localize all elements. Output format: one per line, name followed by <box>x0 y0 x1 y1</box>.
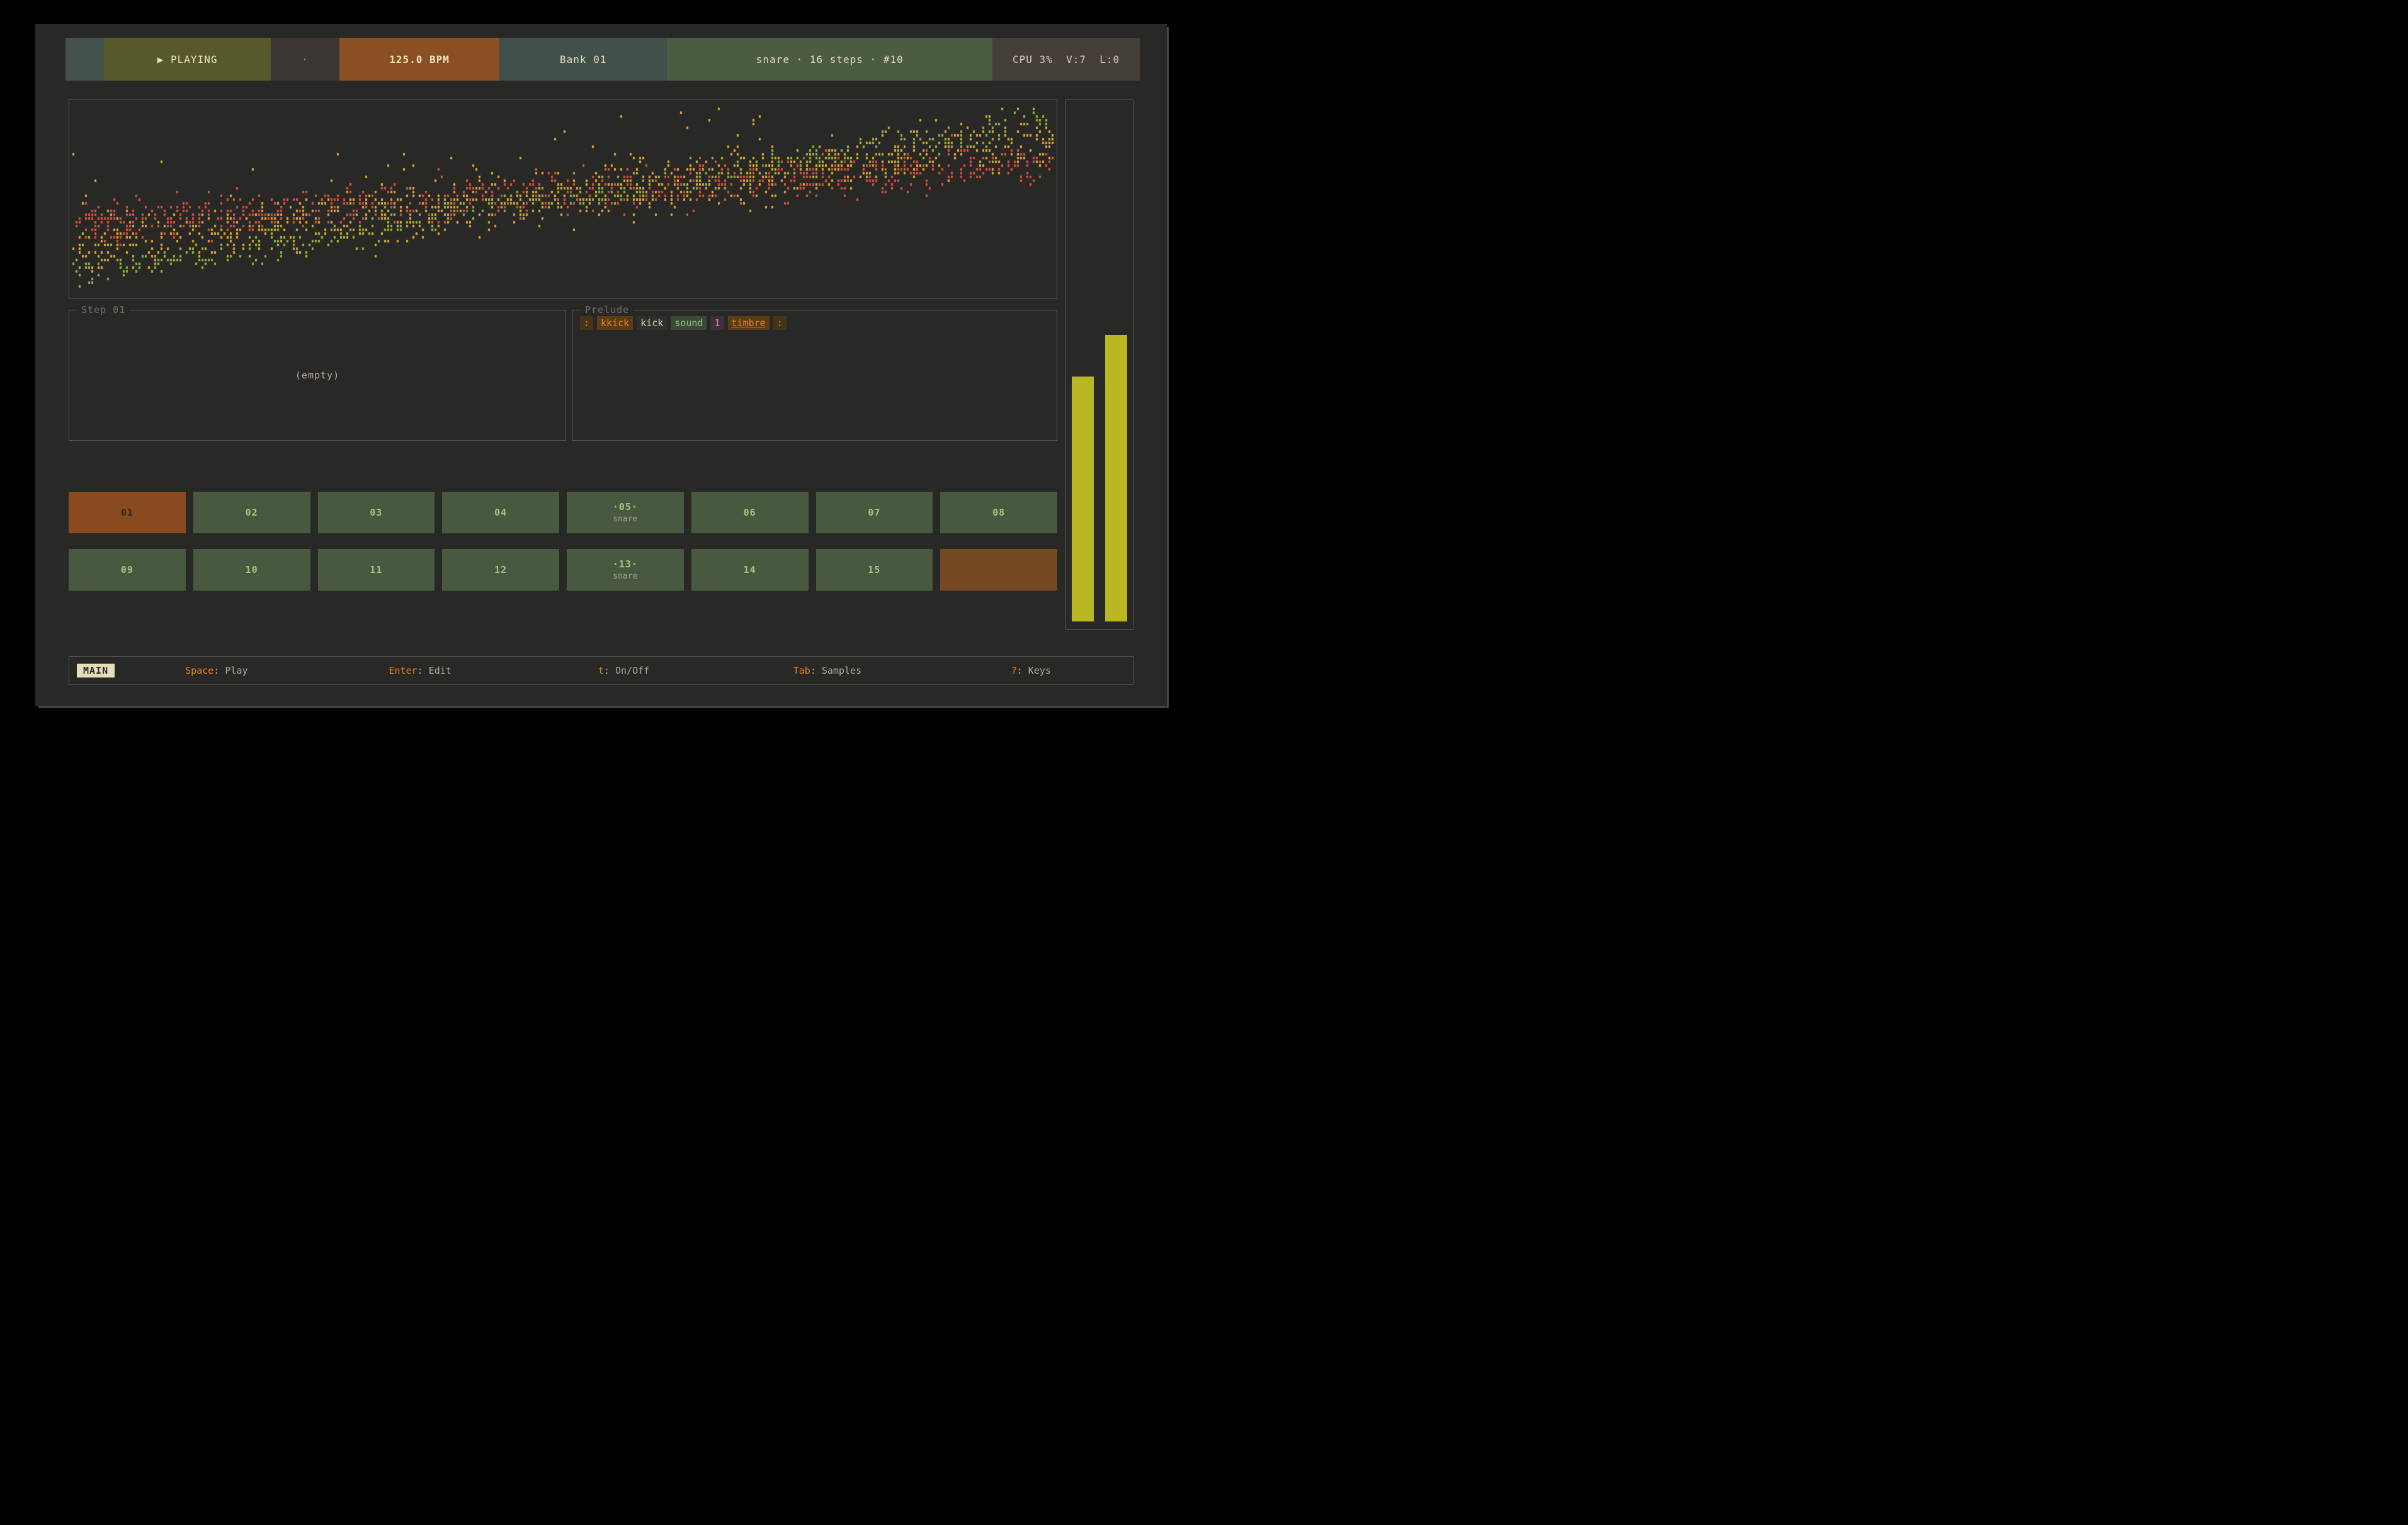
prelude-token-3[interactable]: sound <box>671 316 707 330</box>
shortcut-key: ? <box>1011 665 1017 676</box>
step-button-sample-name: snare <box>613 572 637 581</box>
shortcut-action: : Edit <box>417 665 451 676</box>
level-meter-right <box>1105 335 1127 621</box>
step-button-09[interactable]: 09 <box>69 549 186 591</box>
screen: { "window": { "bg": "#282826", "outer_bg… <box>0 0 1204 762</box>
step-button-16[interactable] <box>940 549 1057 591</box>
step-button-label: 06 <box>744 507 756 518</box>
step-button-label: 03 <box>370 507 382 518</box>
shortcut-keys: ?: Keys <box>929 665 1133 676</box>
step-button-03[interactable]: 03 <box>318 492 435 533</box>
topbar-segment-pattern: snare · 16 steps · #10 <box>667 38 992 81</box>
shortcut-action: : On/Off <box>604 665 649 676</box>
step-button-07[interactable]: 07 <box>816 492 933 533</box>
prelude-panel-title: Prelude <box>581 304 633 315</box>
shortcut-key: Enter <box>389 665 417 676</box>
shortcut-hints: Space: PlayEnter: Editt: On/OffTab: Samp… <box>115 665 1133 676</box>
shortcut-play: Space: Play <box>115 665 318 676</box>
prelude-panel: Prelude :kkickkicksound1timbre: <box>572 310 1057 441</box>
step-button-label: 01 <box>121 507 133 518</box>
step-button-13[interactable]: ·13· snare <box>567 549 684 591</box>
shortcut-edit: Enter: Edit <box>319 665 522 676</box>
shortcut-action: : Samples <box>810 665 861 676</box>
prelude-token-5[interactable]: timbre <box>728 316 770 330</box>
prelude-code-editor[interactable]: : kkick kick sound1 timbre: <box>573 310 1057 336</box>
step-button-label: 09 <box>121 564 133 575</box>
step-button-05[interactable]: ·05·snare <box>567 492 684 533</box>
topbar-segment-stats: CPU 3% V:7 L:0 <box>992 38 1140 81</box>
step-button-11[interactable]: 11 <box>318 549 435 591</box>
step-button-label: 14 <box>744 564 756 575</box>
step-button-sample-name: snare <box>613 514 637 524</box>
prelude-token-1[interactable]: kkick <box>597 316 633 330</box>
topbar-segment-bpm: 125.0 BPM <box>339 38 499 81</box>
topbar-segment-bank: Bank 01 <box>499 38 667 81</box>
app-window: ▶ PLAYING·125.0 BPMBank 01snare · 16 ste… <box>35 24 1167 706</box>
step-button-02[interactable]: 02 <box>193 492 310 533</box>
level-meter-panel <box>1065 99 1133 630</box>
step-panel-title: Step 01 <box>77 304 130 315</box>
mode-badge: MAIN <box>77 664 115 677</box>
scatter-visualizer-canvas <box>69 100 1057 298</box>
step-button-label: 07 <box>868 507 880 518</box>
topbar-segment-spacer <box>65 38 104 81</box>
status-shortcut-bar: MAIN Space: PlayEnter: Editt: On/OffTab:… <box>69 656 1133 685</box>
step-button-label: 12 <box>494 564 507 575</box>
topbar-segment-divider: · <box>271 38 339 81</box>
step-button-15[interactable]: 15 <box>816 549 933 591</box>
step-button-10[interactable]: 10 <box>193 549 310 591</box>
step-detail-panel: Step 01 (empty) <box>69 310 566 441</box>
step-button-label: 11 <box>370 564 382 575</box>
step-button-label: ·13· <box>613 558 638 570</box>
step-button-14[interactable]: 14 <box>691 549 809 591</box>
prelude-token-6[interactable]: : <box>773 316 787 330</box>
step-button-label: 10 <box>246 564 258 575</box>
shortcut-action: : Keys <box>1017 665 1051 676</box>
step-button-01[interactable]: 01 <box>69 492 186 533</box>
step-button-grid: 01020304·05·snare06070809101112·13·snare… <box>69 492 1057 591</box>
step-button-04[interactable]: 04 <box>442 492 559 533</box>
step-button-label: 04 <box>494 507 507 518</box>
shortcut-key: Space <box>185 665 213 676</box>
shortcut-key: t <box>598 665 604 676</box>
step-button-label: ·05· <box>613 501 638 513</box>
step-button-06[interactable]: 06 <box>691 492 809 533</box>
step-button-12[interactable]: 12 <box>442 549 559 591</box>
step-button-label: 08 <box>992 507 1005 518</box>
step-button-label: 15 <box>868 564 880 575</box>
shortcut-key: Tab <box>793 665 810 676</box>
step-button-label: 02 <box>246 507 258 518</box>
step-button-08[interactable]: 08 <box>940 492 1057 533</box>
shortcut-action: : Play <box>213 665 247 676</box>
step-empty-label: (empty) <box>69 370 565 381</box>
prelude-token-2[interactable]: kick <box>637 316 667 330</box>
topbar-segment-transport: ▶ PLAYING <box>104 38 270 81</box>
level-meter-left <box>1072 377 1094 621</box>
prelude-token-4[interactable]: 1 <box>710 316 724 330</box>
top-status-bar: ▶ PLAYING·125.0 BPMBank 01snare · 16 ste… <box>65 38 1140 81</box>
shortcut-on-off: t: On/Off <box>522 665 725 676</box>
pattern-visualizer-panel <box>69 99 1057 299</box>
prelude-token-0[interactable]: : <box>580 316 593 330</box>
shortcut-samples: Tab: Samples <box>725 665 929 676</box>
